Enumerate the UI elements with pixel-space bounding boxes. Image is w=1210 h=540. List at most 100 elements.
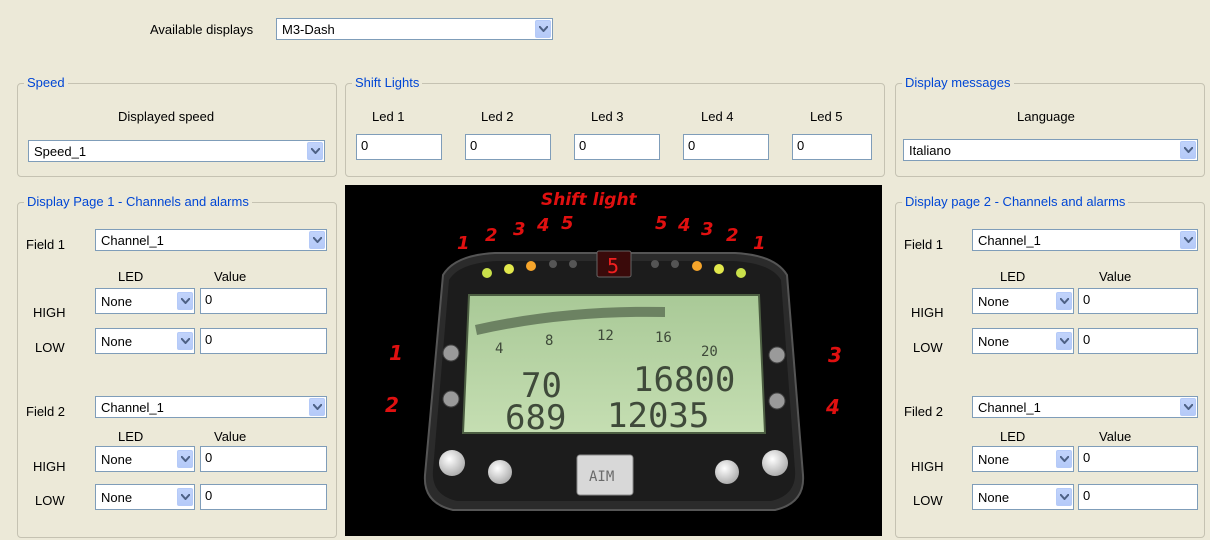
chevron-down-icon[interactable] xyxy=(177,292,193,310)
page2-field1-high-led-select[interactable]: None xyxy=(972,288,1074,314)
language-select[interactable]: Italiano xyxy=(903,139,1198,161)
page1-field1-high-led-value: None xyxy=(101,294,133,309)
dash-button-2 xyxy=(488,460,512,484)
page1-field2-low-label: LOW xyxy=(35,493,65,508)
page2-field2-channel-select[interactable]: Channel_1 xyxy=(972,396,1198,418)
page2-field1-low-led-value: None xyxy=(978,334,1010,349)
page2-field1-low-value-input[interactable]: 0 xyxy=(1078,328,1198,354)
available-displays-select[interactable]: M3-Dash xyxy=(276,18,553,40)
page1-field2-high-led-select[interactable]: None xyxy=(95,446,195,472)
page2-field2-high-label: HIGH xyxy=(911,459,944,474)
page2-field1-low-label: LOW xyxy=(913,340,943,355)
page2-field1-led-header: LED xyxy=(1000,269,1026,284)
led-4-input[interactable]: 0 xyxy=(683,134,769,160)
chevron-down-icon[interactable] xyxy=(309,398,325,416)
page1-field1-high-led-select[interactable]: None xyxy=(95,288,195,314)
page1-field1-low-led-select[interactable]: None xyxy=(95,328,195,354)
page2-field1-channel-select[interactable]: Channel_1 xyxy=(972,229,1198,251)
page1-field2-low-led-select[interactable]: None xyxy=(95,484,195,510)
page1-field2-led-header: LED xyxy=(118,429,144,444)
page2-field2-label: Filed 2 xyxy=(904,404,944,419)
page2-field2-channel-value: Channel_1 xyxy=(978,400,1041,415)
shift-lights-group: Shift Lights Led 1 Led 2 Led 3 Led 4 Led… xyxy=(345,75,885,177)
led-1-input[interactable]: 0 xyxy=(356,134,442,160)
page1-field2-value-header: Value xyxy=(214,429,247,444)
shift-num-left-4: 4 xyxy=(536,215,550,236)
page1-field2-low-led-value: None xyxy=(101,490,133,505)
chevron-down-icon[interactable] xyxy=(1056,292,1072,310)
page2-field2-low-led-select[interactable]: None xyxy=(972,484,1074,510)
chevron-down-icon[interactable] xyxy=(1180,231,1196,249)
shift-num-right-5: 5 xyxy=(655,213,668,234)
speed-group: Speed Displayed speed Speed_1 xyxy=(17,75,337,177)
page1-field1-low-led-value: None xyxy=(101,334,133,349)
page1-field1-channel-select[interactable]: Channel_1 xyxy=(95,229,327,251)
shift-num-left-2: 2 xyxy=(485,225,498,246)
page1-field1-value-header: Value xyxy=(214,269,247,284)
page1-field1-low-value-input[interactable]: 0 xyxy=(200,328,327,354)
page1-field2-high-led-value: None xyxy=(101,452,133,467)
shift-num-right-4: 4 xyxy=(677,215,691,236)
displayed-speed-select[interactable]: Speed_1 xyxy=(28,140,325,162)
shift-num-right-2: 2 xyxy=(726,225,739,246)
lcd-scale-20: 20 xyxy=(701,344,718,360)
side-button-4 xyxy=(768,392,786,410)
shift-led-r1 xyxy=(736,268,746,278)
page1-field1-high-value-input[interactable]: 0 xyxy=(200,288,327,314)
page2-field2-low-value-input[interactable]: 0 xyxy=(1078,484,1198,510)
display-page-1-group: Display Page 1 - Channels and alarms Fie… xyxy=(17,194,337,538)
shift-led-l4 xyxy=(549,260,557,268)
led-3-label: Led 3 xyxy=(591,109,624,124)
page2-field2-high-led-select[interactable]: None xyxy=(972,446,1074,472)
page2-field1-value-header: Value xyxy=(1099,269,1132,284)
shift-lights-title: Shift Lights xyxy=(352,75,423,90)
chevron-down-icon[interactable] xyxy=(1056,332,1072,350)
page2-field1-high-value-input[interactable]: 0 xyxy=(1078,288,1198,314)
chevron-down-icon[interactable] xyxy=(535,20,551,38)
page1-field1-high-label: HIGH xyxy=(33,305,66,320)
page1-field2-label: Field 2 xyxy=(26,404,66,419)
displayed-speed-label: Displayed speed xyxy=(118,109,215,124)
display-messages-title: Display messages xyxy=(902,75,1014,90)
dash-button-4 xyxy=(762,450,788,476)
chevron-down-icon[interactable] xyxy=(1056,488,1072,506)
side-num-4: 4 xyxy=(825,395,840,419)
page1-field2-low-value-input[interactable]: 0 xyxy=(200,484,327,510)
dash-image: Shift light 1 2 3 4 5 5 4 3 2 1 5 4 8 12… xyxy=(345,185,882,536)
side-num-1: 1 xyxy=(389,341,403,365)
page2-field2-led-header: LED xyxy=(1000,429,1026,444)
page2-field2-high-value-input[interactable]: 0 xyxy=(1078,446,1198,472)
shift-led-r2 xyxy=(714,264,724,274)
chevron-down-icon[interactable] xyxy=(1180,141,1196,159)
lcd-scale-12: 12 xyxy=(597,328,614,344)
lcd-scale-8: 8 xyxy=(545,333,553,349)
led-5-input[interactable]: 0 xyxy=(792,134,872,160)
shift-num-left-3: 3 xyxy=(513,219,526,240)
dash-illustration: Shift light 1 2 3 4 5 5 4 3 2 1 5 4 8 12… xyxy=(385,190,842,511)
led-3-input[interactable]: 0 xyxy=(574,134,660,160)
chevron-down-icon[interactable] xyxy=(309,231,325,249)
chevron-down-icon[interactable] xyxy=(307,142,323,160)
page1-field2-high-label: HIGH xyxy=(33,459,66,474)
chevron-down-icon[interactable] xyxy=(177,332,193,350)
page1-field1-low-label: LOW xyxy=(35,340,65,355)
chevron-down-icon[interactable] xyxy=(1180,398,1196,416)
shift-led-l5 xyxy=(569,260,577,268)
chevron-down-icon[interactable] xyxy=(1056,450,1072,468)
side-button-3 xyxy=(768,346,786,364)
shift-led-r5 xyxy=(651,260,659,268)
shift-num-left-1: 1 xyxy=(457,233,470,254)
chevron-down-icon[interactable] xyxy=(177,450,193,468)
page1-field1-channel-value: Channel_1 xyxy=(101,233,164,248)
page1-field2-channel-select[interactable]: Channel_1 xyxy=(95,396,327,418)
shift-light-caption: Shift light xyxy=(541,190,638,210)
led-1-label: Led 1 xyxy=(372,109,405,124)
led-2-label: Led 2 xyxy=(481,109,514,124)
lcd-value-row1-right: 16800 xyxy=(633,360,735,400)
page2-field1-low-led-select[interactable]: None xyxy=(972,328,1074,354)
dash-button-3 xyxy=(715,460,739,484)
chevron-down-icon[interactable] xyxy=(177,488,193,506)
page1-field2-high-value-input[interactable]: 0 xyxy=(200,446,327,472)
led-4-label: Led 4 xyxy=(701,109,734,124)
led-2-input[interactable]: 0 xyxy=(465,134,551,160)
